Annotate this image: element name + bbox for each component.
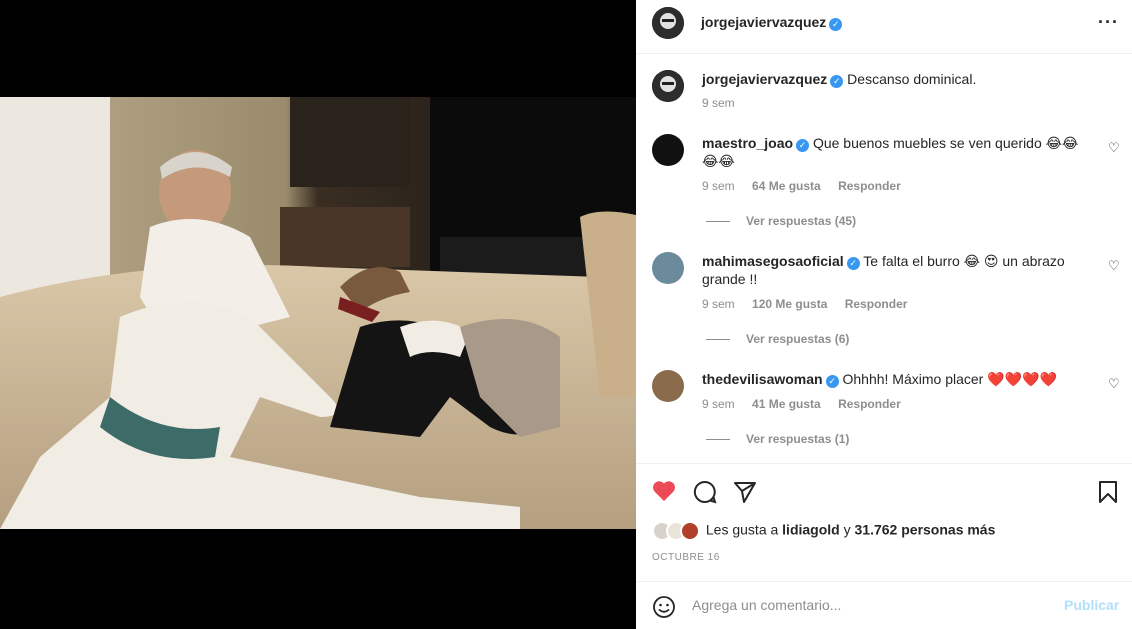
commenter-avatar[interactable] — [652, 134, 684, 166]
emoji-icon[interactable] — [652, 595, 676, 622]
post-details-panel: jorgejaviervazquez ✓ ··· jorgejaviervazqu… — [636, 0, 1132, 629]
caption-username[interactable]: jorgejaviervazquez — [702, 71, 827, 87]
comment-likes[interactable]: 64 Me gusta — [752, 179, 821, 193]
commenter-avatar[interactable] — [652, 252, 684, 284]
author-username[interactable]: jorgejaviervazquez ✓ — [701, 14, 843, 31]
caption-avatar[interactable] — [652, 70, 684, 102]
comment-username[interactable]: thedevilisawoman — [702, 371, 823, 387]
caption-text: Descanso dominical. — [847, 71, 977, 87]
replies-divider — [706, 439, 730, 441]
comment-time[interactable]: 9 sem — [702, 397, 735, 411]
verified-badge-icon: ✓ — [830, 75, 844, 88]
view-replies-button[interactable]: Ver respuestas (45) — [706, 214, 856, 228]
like-comment-icon[interactable]: ♡ — [1108, 258, 1120, 274]
commenter-avatar[interactable] — [652, 370, 684, 402]
likes-user[interactable]: lidiagold — [782, 522, 840, 538]
liker-avatars[interactable] — [652, 521, 702, 541]
more-options-icon[interactable]: ··· — [1098, 12, 1119, 33]
add-comment-bar: Agrega un comentario... Publicar — [636, 581, 1132, 629]
post-date[interactable]: OCTUBRE 16 — [652, 552, 720, 563]
comment-input[interactable]: Agrega un comentario... — [692, 597, 841, 613]
comment-likes[interactable]: 41 Me gusta — [752, 397, 821, 411]
view-replies-button[interactable]: Ver respuestas (6) — [706, 332, 849, 346]
comment-username[interactable]: maestro_joao — [702, 135, 793, 151]
comment-time[interactable]: 9 sem — [702, 297, 735, 311]
share-icon[interactable] — [733, 480, 757, 507]
comment-icon[interactable] — [693, 480, 717, 507]
comment-text: Ohhhh! Máximo placer ❤️❤️❤️❤️ — [842, 371, 1057, 387]
verified-badge-icon: ✓ — [825, 375, 839, 388]
reply-button[interactable]: Responder — [838, 179, 901, 193]
bookmark-icon[interactable] — [1098, 480, 1118, 507]
like-comment-icon[interactable]: ♡ — [1108, 140, 1120, 156]
post-header: jorgejaviervazquez ✓ ··· — [636, 0, 1132, 54]
likes-and: y — [843, 521, 851, 538]
verified-badge-icon: ✓ — [829, 18, 843, 31]
author-avatar[interactable] — [652, 7, 684, 39]
comment-likes[interactable]: 120 Me gusta — [752, 297, 827, 311]
likes-prefix: Les gusta a — [705, 521, 779, 538]
comment-time[interactable]: 9 sem — [702, 179, 735, 193]
heart-filled-icon[interactable] — [652, 480, 676, 505]
comment-username[interactable]: mahimasegosaoficial — [702, 253, 844, 269]
comments-list: jorgejaviervazquez ✓ Descanso dominical. … — [636, 54, 1132, 463]
view-replies-button[interactable]: Ver respuestas (1) — [706, 432, 849, 446]
likes-summary: Les gusta a lidiagold y 31.762 personas … — [652, 521, 995, 541]
verified-badge-icon: ✓ — [846, 257, 860, 270]
post-photo[interactable] — [0, 97, 636, 529]
verified-badge-icon: ✓ — [796, 139, 810, 152]
like-comment-icon[interactable]: ♡ — [1108, 376, 1120, 392]
likes-count[interactable]: 31.762 personas más — [855, 522, 996, 538]
reply-button[interactable]: Responder — [838, 397, 901, 411]
reply-button[interactable]: Responder — [845, 297, 908, 311]
media-panel — [0, 0, 636, 629]
post-actions: Les gusta a lidiagold y 31.762 personas … — [636, 463, 1132, 581]
caption-time[interactable]: 9 sem — [702, 96, 735, 110]
replies-divider — [706, 221, 730, 223]
replies-divider — [706, 339, 730, 341]
publish-button[interactable]: Publicar — [1064, 597, 1119, 613]
